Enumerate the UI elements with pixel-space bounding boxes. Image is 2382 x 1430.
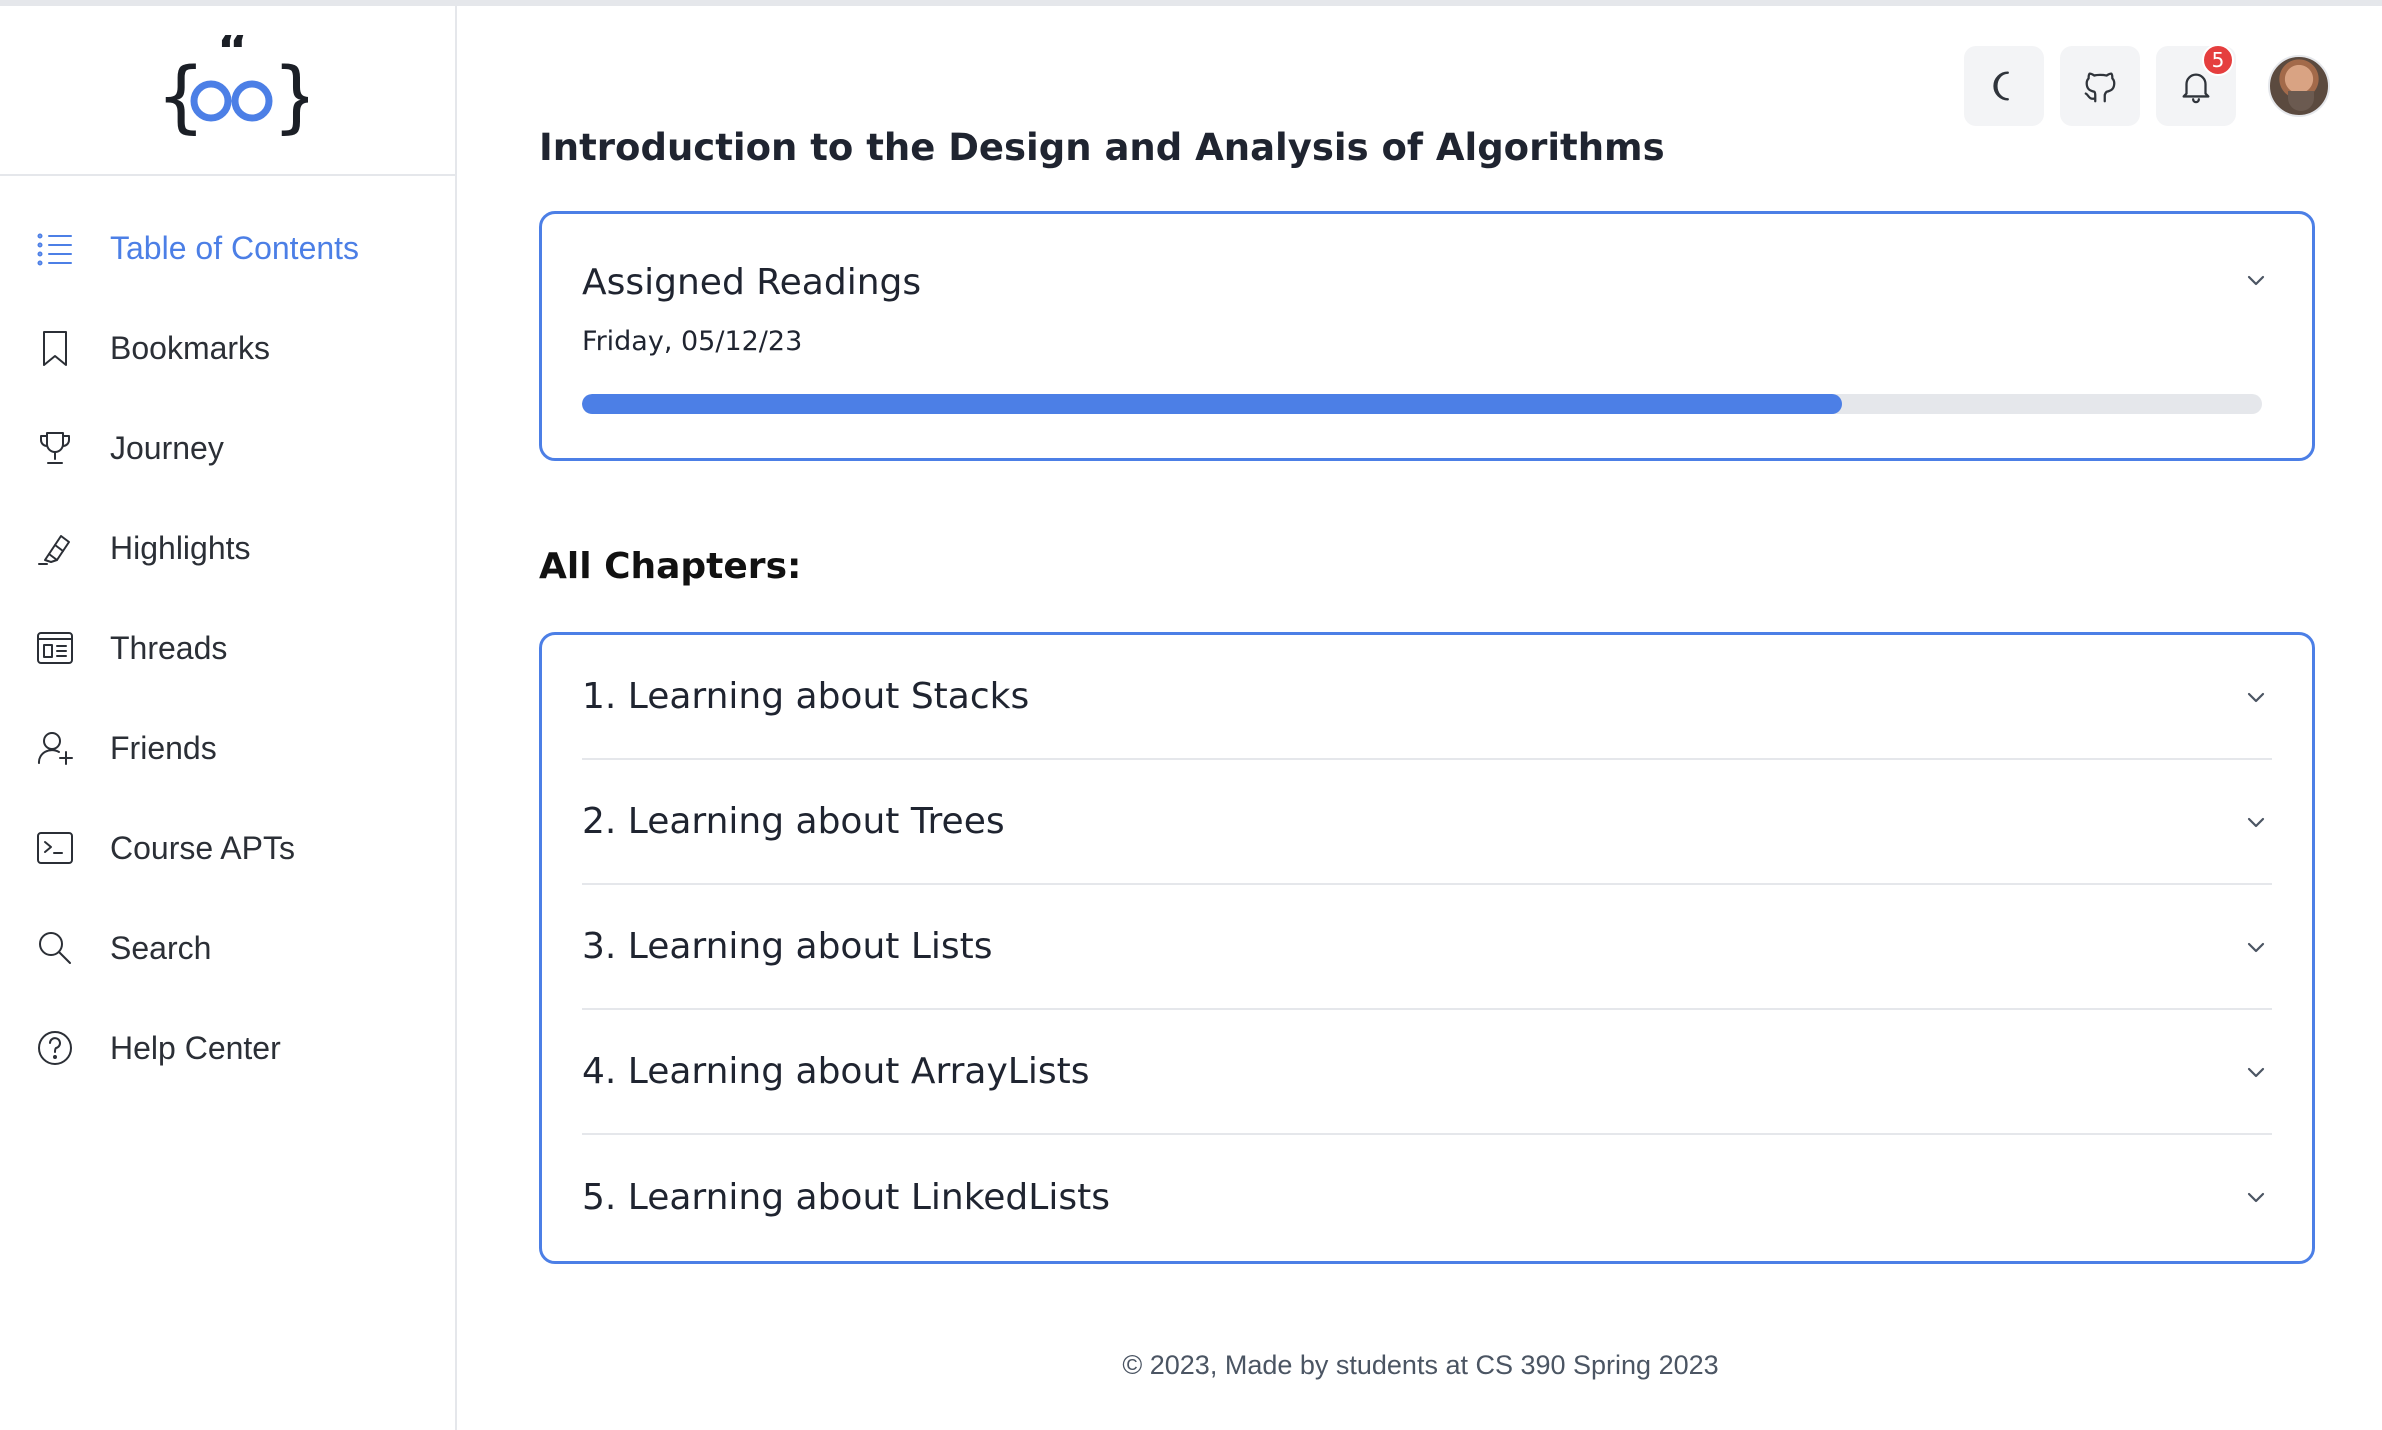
page-title: Introduction to the Design and Analysis … [539, 126, 1665, 169]
sidebar-item-label: Threads [110, 629, 228, 666]
add-friend-icon [32, 725, 78, 771]
terminal-icon [32, 825, 78, 871]
sidebar-item-label: Search [110, 929, 212, 966]
chevron-down-icon[interactable] [2244, 1060, 2268, 1084]
chevron-down-icon[interactable] [2244, 685, 2268, 709]
chapter-row[interactable]: 3. Learning about Lists [582, 885, 2272, 1010]
chapter-row[interactable]: 4. Learning about ArrayLists [582, 1010, 2272, 1135]
chevron-down-icon[interactable] [2244, 935, 2268, 959]
sidebar-item-label: Highlights [110, 529, 251, 566]
sidebar-nav: Table of Contents Bookmarks Journey High… [0, 176, 455, 1098]
chapters-heading: All Chapters: [539, 546, 802, 587]
trophy-icon [32, 425, 78, 471]
sidebar-item-friends[interactable]: Friends [0, 698, 455, 798]
sidebar-item-label: Journey [110, 429, 224, 466]
chapter-row[interactable]: 2. Learning about Trees [582, 760, 2272, 885]
assigned-readings-card[interactable]: Assigned Readings Friday, 05/12/23 [539, 211, 2315, 461]
svg-text:}: } [272, 52, 308, 142]
chevron-down-icon[interactable] [2244, 810, 2268, 834]
notification-badge: 5 [2202, 44, 2234, 76]
svg-text:{: { [156, 52, 206, 142]
search-icon [32, 925, 78, 971]
chapter-row[interactable]: 1. Learning about Stacks [582, 635, 2272, 760]
logo[interactable]: { “ } [0, 6, 455, 176]
theme-toggle-button[interactable] [1964, 46, 2044, 126]
help-icon [32, 1025, 78, 1071]
readings-progress-fill [582, 394, 1842, 414]
sidebar-item-label: Friends [110, 729, 217, 766]
chapter-label: 3. Learning about Lists [582, 926, 993, 967]
sidebar-item-highlights[interactable]: Highlights [0, 498, 455, 598]
sidebar-item-journey[interactable]: Journey [0, 398, 455, 498]
chapter-row[interactable]: 5. Learning about LinkedLists [582, 1135, 2272, 1260]
threads-icon [32, 625, 78, 671]
list-icon [32, 225, 78, 271]
footer-text: © 2023, Made by students at CS 390 Sprin… [1122, 1350, 1719, 1380]
readings-title: Assigned Readings [582, 262, 922, 303]
sidebar-item-bookmarks[interactable]: Bookmarks [0, 298, 455, 398]
chevron-down-icon[interactable] [2244, 268, 2268, 292]
avatar[interactable] [2268, 55, 2330, 117]
chapter-label: 5. Learning about LinkedLists [582, 1177, 1110, 1218]
readings-date: Friday, 05/12/23 [582, 326, 803, 357]
sidebar-item-table-of-contents[interactable]: Table of Contents [0, 198, 455, 298]
header-actions: 5 [1964, 44, 2330, 126]
sidebar-item-search[interactable]: Search [0, 898, 455, 998]
readings-progress-bar [582, 394, 2262, 414]
logo-icon: { “ } [156, 35, 308, 142]
sidebar-item-help-center[interactable]: Help Center [0, 998, 455, 1098]
notifications-button[interactable]: 5 [2156, 44, 2236, 126]
svg-text:“: “ [217, 35, 249, 79]
sidebar-item-label: Help Center [110, 1029, 281, 1066]
chapter-label: 1. Learning about Stacks [582, 676, 1030, 717]
sidebar-item-label: Table of Contents [110, 229, 360, 266]
sidebar: { “ } Table of Contents Bookmarks Journe… [0, 6, 457, 1430]
chapters-list: 1. Learning about Stacks 2. Learning abo… [539, 632, 2315, 1264]
main-content: 5 Introduction to the Design and Analysi… [459, 6, 2382, 1430]
sidebar-item-label: Bookmarks [110, 329, 271, 366]
sidebar-item-label: Course APTs [110, 829, 295, 866]
github-icon [2084, 72, 2116, 103]
chapter-label: 2. Learning about Trees [582, 801, 1005, 842]
chapter-label: 4. Learning about ArrayLists [582, 1051, 1090, 1092]
github-button[interactable] [2060, 46, 2140, 126]
bookmark-icon [32, 325, 78, 371]
sidebar-item-threads[interactable]: Threads [0, 598, 455, 698]
highlighter-icon [32, 525, 78, 571]
chevron-down-icon[interactable] [2244, 1185, 2268, 1209]
sidebar-item-course-apts[interactable]: Course APTs [0, 798, 455, 898]
moon-icon [1993, 71, 2009, 101]
